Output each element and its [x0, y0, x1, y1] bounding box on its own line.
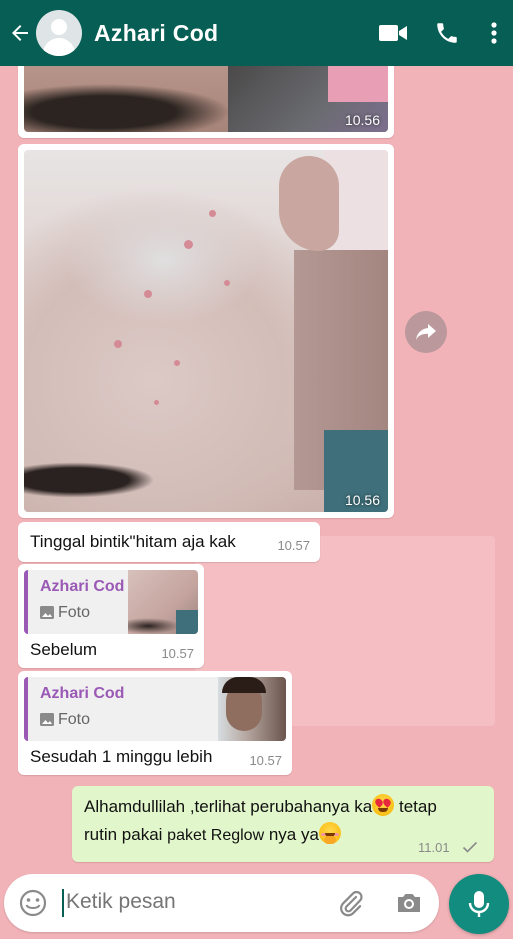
heart-eyes-emoji	[372, 794, 395, 816]
photo[interactable]: 10.56	[24, 66, 388, 132]
image-message[interactable]: 10.56	[18, 144, 394, 518]
text-message[interactable]: Tinggal bintik"hitam aja kak 10.57	[18, 522, 320, 562]
message-time: 10.57	[161, 646, 194, 661]
chat-header: Azhari Cod	[0, 0, 513, 66]
message-composer[interactable]	[4, 874, 439, 932]
emoji-icon[interactable]	[18, 888, 48, 918]
quoted-message[interactable]: Azhari Cod Foto	[24, 570, 198, 634]
quoted-thumbnail	[128, 570, 198, 634]
photo-icon	[40, 713, 54, 726]
video-call-icon[interactable]	[373, 13, 413, 53]
back-arrow-icon[interactable]	[6, 19, 34, 47]
photo[interactable]: 10.56	[24, 150, 388, 512]
text-cursor	[62, 889, 64, 917]
message-time: 10.56	[344, 492, 380, 508]
message-input[interactable]	[66, 890, 337, 914]
voice-call-icon[interactable]	[427, 13, 467, 53]
outgoing-text-message[interactable]: Alhamdullilah ,terlihat perubahanya ka t…	[72, 786, 494, 862]
quoted-sender-name: Azhari Cod	[40, 578, 125, 595]
message-text: Sesudah 1 minggu lebih	[30, 747, 213, 766]
photo-icon	[40, 606, 54, 619]
message-text-line1: Alhamdullilah ,terlihat perubahanya ka t…	[84, 794, 437, 817]
quoted-label: Foto	[58, 711, 91, 728]
attach-icon[interactable]	[336, 888, 366, 918]
image-message[interactable]: 10.56	[18, 66, 394, 138]
contact-name[interactable]: Azhari Cod	[94, 20, 218, 47]
more-options-icon[interactable]	[481, 13, 507, 53]
sent-check-icon	[462, 841, 478, 853]
message-text: Sebelum	[30, 640, 98, 659]
chat-area[interactable]: 10.56 10.56 Tinggal bintik"hitam aja kak…	[0, 66, 513, 873]
quoted-thumbnail	[218, 677, 286, 741]
message-time: 10.57	[277, 538, 310, 553]
message-time: 10.56	[344, 112, 380, 128]
quoted-sender-name: Azhari Cod	[40, 685, 125, 702]
contact-avatar[interactable]	[36, 10, 82, 56]
message-text-line2: rutin pakai paket Reglow nya ya	[84, 822, 341, 845]
message-time: 10.57	[249, 753, 282, 768]
mic-icon[interactable]	[449, 874, 509, 934]
reply-message[interactable]: Azhari Cod Foto Sesudah 1 minggu lebih 1…	[18, 671, 292, 775]
message-time: 11.01	[418, 840, 450, 855]
reply-message[interactable]: Azhari Cod Foto Sebelum 10.57	[18, 564, 204, 668]
camera-icon[interactable]	[394, 888, 424, 918]
message-text: Tinggal bintik"hitam aja kak	[30, 532, 236, 551]
quoted-message[interactable]: Azhari Cod Foto	[24, 677, 286, 741]
hugging-emoji	[318, 822, 341, 844]
forward-icon[interactable]	[405, 311, 447, 353]
quoted-label: Foto	[58, 604, 91, 621]
